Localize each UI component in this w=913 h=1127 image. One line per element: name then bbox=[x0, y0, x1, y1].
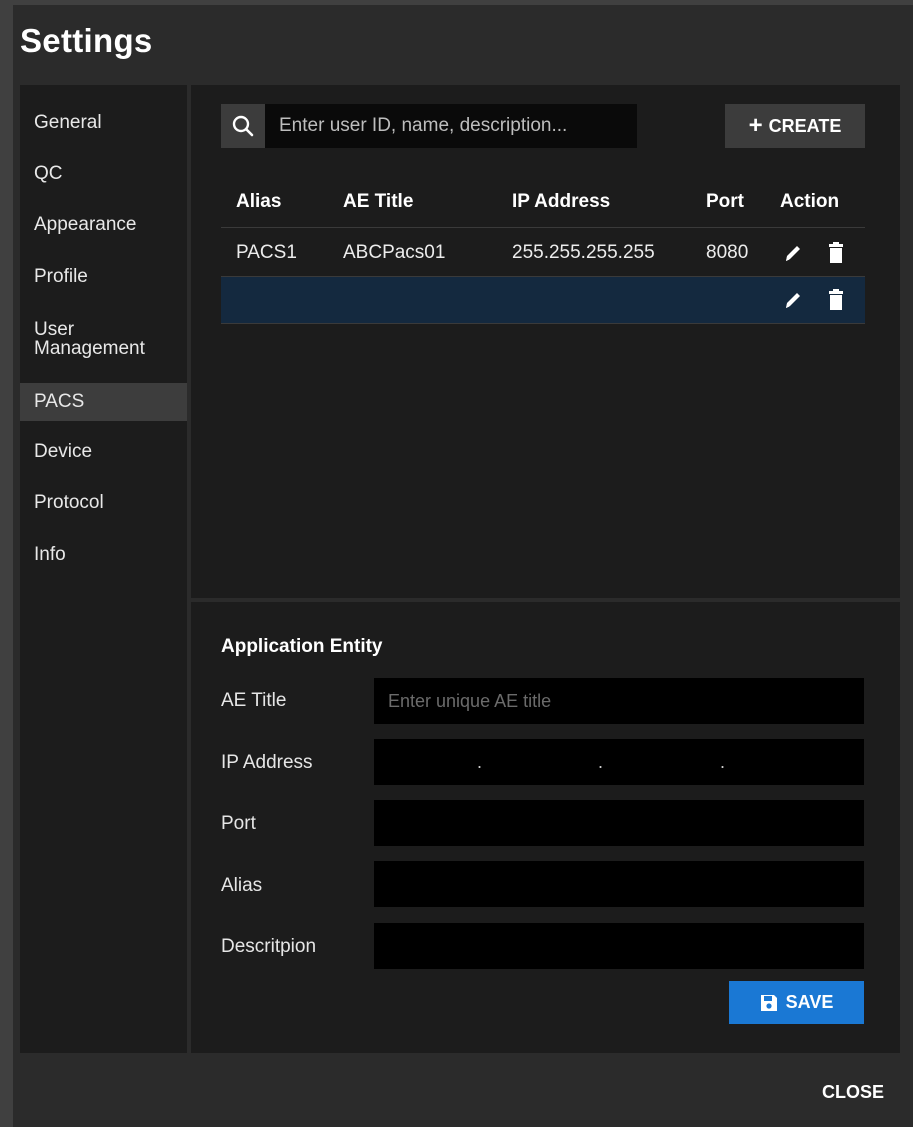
port-label: Port bbox=[221, 813, 256, 834]
ip-separator: . bbox=[598, 752, 604, 772]
sidebar-item-appearance[interactable]: Appearance bbox=[20, 214, 187, 242]
alias-field[interactable] bbox=[374, 861, 864, 907]
search-icon bbox=[232, 115, 254, 137]
sidebar-item-profile[interactable]: Profile bbox=[20, 266, 187, 294]
close-button[interactable]: CLOSE bbox=[822, 1082, 884, 1103]
plus-icon: + bbox=[748, 112, 763, 139]
dialog-title: Settings bbox=[20, 22, 153, 59]
cell-port: 8080 bbox=[706, 242, 749, 263]
alias-label: Alias bbox=[221, 875, 263, 896]
sidebar: General QC Appearance Profile User Manag… bbox=[20, 85, 187, 1053]
sidebar-item-qc[interactable]: QC bbox=[20, 163, 187, 191]
column-header-ip-address: IP Address bbox=[512, 191, 611, 212]
description-field[interactable] bbox=[374, 923, 864, 969]
ae-title-field[interactable] bbox=[374, 678, 864, 724]
column-header-action: Action bbox=[780, 191, 840, 212]
ip-separator: . bbox=[477, 752, 483, 772]
cell-alias: PACS1 bbox=[236, 242, 297, 263]
sidebar-item-pacs[interactable]: PACS bbox=[20, 383, 187, 421]
search-button[interactable] bbox=[221, 104, 265, 148]
edit-icon[interactable] bbox=[783, 289, 803, 311]
cell-ip-address: 255.255.255.255 bbox=[512, 242, 655, 263]
sidebar-item-user-management[interactable]: User Management bbox=[20, 320, 187, 364]
pacs-list-panel bbox=[191, 85, 900, 598]
ip-address-field[interactable] bbox=[374, 739, 864, 785]
sidebar-item-protocol[interactable]: Protocol bbox=[20, 492, 187, 520]
column-header-ae-title: AE Title bbox=[343, 191, 414, 212]
column-header-port: Port bbox=[706, 191, 744, 212]
ip-address-label: IP Address bbox=[221, 752, 313, 773]
sidebar-item-general[interactable]: General bbox=[20, 112, 187, 140]
column-header-alias: Alias bbox=[236, 191, 282, 212]
cell-ae-title: ABCPacs01 bbox=[343, 242, 446, 263]
save-button[interactable]: SAVE bbox=[729, 981, 864, 1024]
section-title: Application Entity bbox=[221, 636, 383, 657]
ae-title-label: AE Title bbox=[221, 690, 287, 711]
delete-icon[interactable] bbox=[826, 289, 846, 311]
delete-icon[interactable] bbox=[826, 242, 846, 264]
sidebar-item-info[interactable]: Info bbox=[20, 544, 187, 572]
port-field[interactable] bbox=[374, 800, 864, 846]
table-row-selected[interactable] bbox=[221, 277, 865, 324]
description-label: Descritpion bbox=[221, 936, 317, 957]
ip-separator: . bbox=[720, 752, 726, 772]
row-divider bbox=[221, 323, 865, 324]
search-input[interactable] bbox=[265, 104, 637, 148]
save-icon bbox=[760, 994, 777, 1011]
edit-icon[interactable] bbox=[783, 242, 803, 264]
sidebar-item-device[interactable]: Device bbox=[20, 441, 187, 469]
create-button[interactable]: + CREATE bbox=[725, 104, 865, 148]
